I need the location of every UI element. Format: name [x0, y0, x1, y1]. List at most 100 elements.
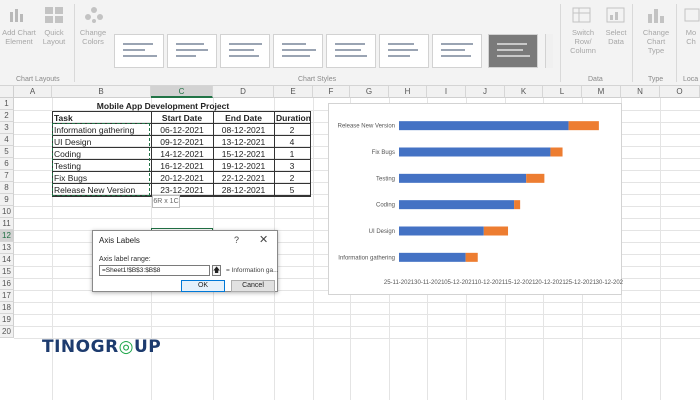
row-header-17[interactable]: 17 — [0, 290, 14, 302]
chart-design-ribbon: Add Chart Element Quick Layout Chart Lay… — [0, 0, 700, 86]
change-chart-type-button[interactable]: Change Chart Type — [638, 28, 674, 55]
group-label-data: Data — [588, 76, 603, 83]
chart-style-1[interactable] — [114, 34, 164, 68]
x-tick-label: 10-12-2021 — [475, 280, 506, 286]
help-icon[interactable]: ? — [234, 235, 239, 245]
chart-style-8[interactable] — [488, 34, 538, 68]
category-label: Information gathering — [338, 255, 395, 261]
row-header-15[interactable]: 15 — [0, 266, 14, 278]
row-header-6[interactable]: 6 — [0, 158, 14, 170]
tinogroup-logo: TINOGR◎UP — [42, 337, 162, 357]
bar-start-date[interactable] — [399, 226, 484, 236]
chart-style-7[interactable] — [432, 34, 482, 68]
row-header-12[interactable]: 12 — [0, 230, 14, 242]
chart-style-5[interactable] — [326, 34, 376, 68]
row-header-10[interactable]: 10 — [0, 206, 14, 218]
bar-start-date[interactable] — [399, 147, 551, 157]
group-label-location: Loca — [683, 76, 699, 83]
chart-styles-scrollbar[interactable] — [545, 34, 553, 68]
bar-duration[interactable] — [465, 252, 478, 262]
gantt-chart[interactable]: Information gathering UI Design Coding Test… — [328, 103, 623, 295]
column-header-h[interactable]: H — [389, 86, 427, 98]
switch-row-column-icon — [572, 6, 592, 24]
grid-line — [14, 302, 700, 303]
quick-layout-icon — [44, 6, 64, 24]
x-tick-label: 25-11-2021 — [384, 280, 415, 286]
switch-row-column-button[interactable]: Switch Row/ Column — [565, 28, 601, 55]
row-header-18[interactable]: 18 — [0, 302, 14, 314]
add-chart-element-button[interactable]: Add Chart Element — [2, 28, 36, 46]
column-header-k[interactable]: K — [505, 86, 543, 98]
chart-style-6[interactable] — [379, 34, 429, 68]
row-header-7[interactable]: 7 — [0, 170, 14, 182]
chart-plot: Information gathering UI Design Coding Test… — [338, 121, 623, 286]
bar-start-date[interactable] — [399, 121, 569, 131]
column-header-d[interactable]: D — [213, 86, 274, 98]
select-all-corner[interactable] — [0, 86, 14, 98]
bar-start-date[interactable] — [399, 173, 527, 183]
category-label: Coding — [376, 203, 395, 209]
x-tick-label: 30-12-2021 — [596, 280, 623, 286]
ribbon-separator — [560, 4, 561, 82]
column-header-b[interactable]: B — [52, 86, 151, 98]
bar-start-date[interactable] — [399, 252, 466, 262]
column-header-i[interactable]: I — [427, 86, 466, 98]
collapse-dialog-icon[interactable]: 🡅 — [212, 265, 221, 276]
row-header-2[interactable]: 2 — [0, 110, 14, 122]
row-header-13[interactable]: 13 — [0, 242, 14, 254]
row-header-16[interactable]: 16 — [0, 278, 14, 290]
category-label: Release New Version — [338, 124, 395, 130]
bar-start-date[interactable] — [399, 200, 515, 210]
column-header-n[interactable]: N — [621, 86, 660, 98]
bar-duration[interactable] — [514, 200, 521, 210]
grid-line — [313, 98, 314, 400]
axis-label-range-input[interactable]: =Sheet1!$B$3:$B$8 — [99, 265, 210, 276]
row-header-3[interactable]: 3 — [0, 122, 14, 134]
move-chart-button[interactable]: Mo Ch — [682, 28, 700, 46]
chart-style-3[interactable] — [220, 34, 270, 68]
table-border — [310, 111, 311, 197]
bar-duration[interactable] — [526, 173, 545, 183]
select-data-button[interactable]: Select Data — [603, 28, 629, 46]
bar-duration[interactable] — [568, 121, 599, 131]
x-tick-label: 25-12-2021 — [565, 280, 596, 286]
category-label: Fix Bugs — [372, 150, 395, 156]
row-header-8[interactable]: 8 — [0, 182, 14, 194]
row-header-9[interactable]: 9 — [0, 194, 14, 206]
change-colors-icon — [84, 6, 104, 24]
column-header-l[interactable]: L — [543, 86, 582, 98]
column-header-e[interactable]: E — [274, 86, 313, 98]
row-header-5[interactable]: 5 — [0, 146, 14, 158]
bar-duration[interactable] — [483, 226, 509, 236]
column-header-g[interactable]: G — [350, 86, 389, 98]
column-header-o[interactable]: O — [660, 86, 700, 98]
column-header-m[interactable]: M — [582, 86, 621, 98]
column-header-a[interactable]: A — [14, 86, 52, 98]
chart-style-2[interactable] — [167, 34, 217, 68]
group-label-chart-layouts: Chart Layouts — [16, 76, 60, 83]
column-header-f[interactable]: F — [313, 86, 350, 98]
grid-line — [14, 326, 700, 327]
close-icon[interactable]: ✕ — [259, 233, 268, 246]
ok-button[interactable]: OK — [181, 280, 225, 292]
row-header-20[interactable]: 20 — [0, 326, 14, 338]
table-border — [52, 196, 311, 197]
bar-duration[interactable] — [550, 147, 563, 157]
row-header-14[interactable]: 14 — [0, 254, 14, 266]
ribbon-separator — [74, 4, 75, 82]
row-header-4[interactable]: 4 — [0, 134, 14, 146]
column-header-c[interactable]: C — [151, 86, 213, 98]
group-label-chart-styles: Chart Styles — [298, 76, 337, 83]
row-header-19[interactable]: 19 — [0, 314, 14, 326]
add-chart-element-icon — [8, 6, 28, 24]
select-data-icon — [606, 6, 626, 24]
cancel-button[interactable]: Cancel — [231, 280, 275, 292]
row-header-11[interactable]: 11 — [0, 218, 14, 230]
move-chart-icon — [684, 6, 700, 24]
chart-style-4[interactable] — [273, 34, 323, 68]
change-chart-type-icon — [645, 6, 665, 24]
quick-layout-button[interactable]: Quick Layout — [38, 28, 70, 46]
column-header-j[interactable]: J — [466, 86, 505, 98]
row-header-1[interactable]: 1 — [0, 98, 14, 110]
change-colors-button[interactable]: Change Colors — [77, 28, 109, 46]
